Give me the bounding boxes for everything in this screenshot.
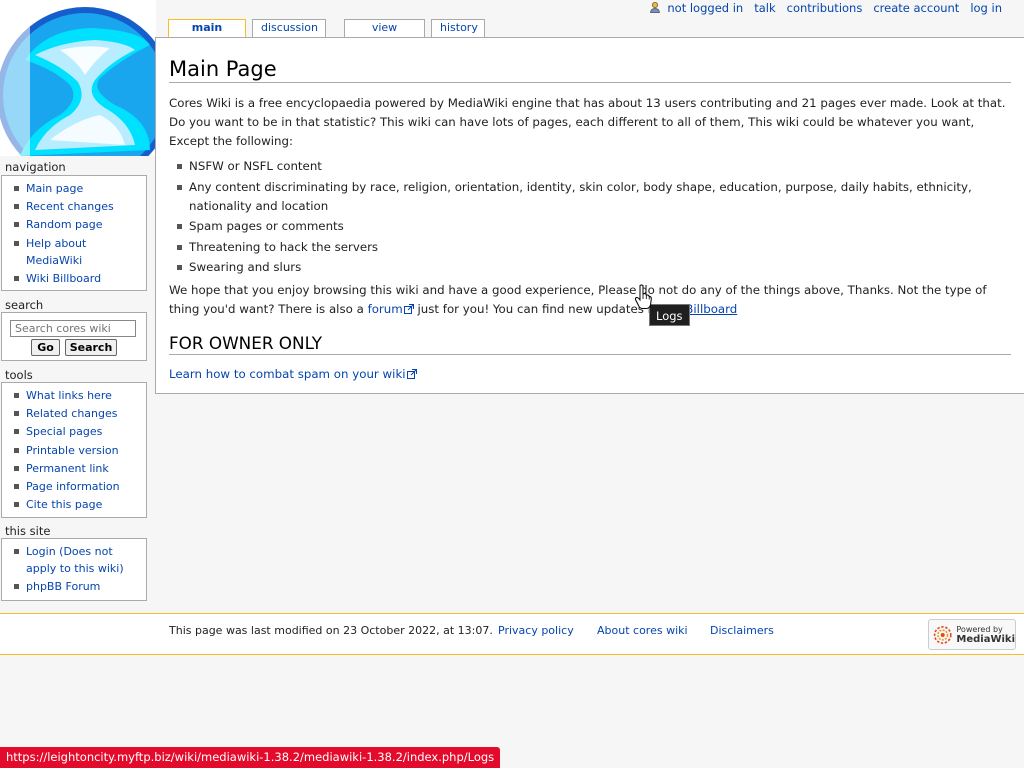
tab-label: history [440, 21, 478, 34]
link-tooltip: Logs [649, 304, 690, 326]
sidebar-link[interactable]: Wiki Billboard [26, 272, 101, 285]
this-site-heading: this site [5, 524, 51, 538]
list-item: Swearing and slurs [177, 258, 1011, 277]
footer: This page was last modified on 23 Octobe… [0, 613, 1024, 655]
mediawiki-flower-icon [933, 625, 952, 644]
navigation-portlet: Main page Recent changes Random page Hel… [1, 175, 147, 291]
sidebar-link[interactable]: Permanent link [26, 462, 109, 475]
billboard-link[interactable]: Billboard [685, 302, 737, 316]
tools-heading: tools [5, 368, 33, 382]
rules-list: NSFW or NSFL content Any content discrim… [169, 157, 1011, 277]
combat-spam-link[interactable]: Learn how to combat spam on your wiki [169, 367, 417, 381]
sidebar-item-special-pages[interactable]: Special pages [14, 423, 146, 440]
sidebar-link[interactable]: Recent changes [26, 200, 114, 213]
powered-line-2: MediaWiki [956, 633, 1015, 645]
outro-paragraph: We hope that you enjoy browsing this wik… [169, 281, 1011, 319]
powered-by-mediawiki-badge[interactable]: Powered by MediaWiki [928, 619, 1016, 650]
sidebar-link[interactable]: Help about MediaWiki [26, 237, 86, 267]
sidebar-link[interactable]: phpBB Forum [26, 580, 100, 593]
list-item: Spam pages or comments [177, 217, 1011, 236]
create-account-link[interactable]: create account [873, 1, 959, 15]
combat-spam-link-label: Learn how to combat spam on your wiki [169, 367, 406, 381]
about-link[interactable]: About cores wiki [597, 624, 688, 637]
sidebar-item-main-page[interactable]: Main page [14, 180, 146, 197]
link-status-bar: https://leightoncity.myftp.biz/wiki/medi… [0, 747, 501, 768]
powered-text: Powered by MediaWiki [956, 625, 1015, 645]
sidebar-item-page-information[interactable]: Page information [14, 478, 146, 495]
talk-link[interactable]: talk [754, 1, 775, 15]
sidebar-link[interactable]: Related changes [26, 407, 118, 420]
tools-portlet: What links here Related changes Special … [1, 382, 147, 518]
sidebar-item-billboard[interactable]: Wiki Billboard [14, 270, 146, 287]
sidebar-item-login[interactable]: Login (Does not apply to this wiki) [14, 543, 146, 577]
log-in-link[interactable]: log in [970, 1, 1002, 15]
list-item: NSFW or NSFL content [177, 157, 1011, 176]
privacy-policy-link[interactable]: Privacy policy [498, 624, 574, 637]
forum-link-label: forum [367, 302, 403, 316]
last-modified-text: This page was last modified on 23 Octobe… [169, 624, 493, 637]
sidebar-link[interactable]: Printable version [26, 444, 119, 457]
wiki-logo[interactable] [0, 0, 156, 156]
sidebar-link[interactable]: What links here [26, 389, 112, 402]
sidebar-item-permanent-link[interactable]: Permanent link [14, 460, 146, 477]
disclaimers-link[interactable]: Disclaimers [710, 624, 774, 637]
sidebar-item-what-links-here[interactable]: What links here [14, 387, 146, 404]
sidebar-item-related-changes[interactable]: Related changes [14, 405, 146, 422]
sidebar-item-printable-version[interactable]: Printable version [14, 442, 146, 459]
sidebar-item-help[interactable]: Help about MediaWiki [14, 235, 146, 269]
forum-link[interactable]: forum [368, 302, 414, 316]
list-item: Any content discriminating by race, reli… [177, 178, 1011, 216]
go-button[interactable]: Go [31, 339, 60, 356]
hand-cursor-icon [634, 284, 652, 309]
list-item: Threatening to hack the servers [177, 238, 1011, 257]
search-button[interactable]: Search [65, 339, 117, 356]
page-title: Main Page [169, 57, 1011, 83]
sidebar-link[interactable]: Cite this page [26, 498, 102, 511]
tab-label: discussion [261, 21, 319, 34]
sidebar-item-random-page[interactable]: Random page [14, 216, 146, 233]
search-input[interactable] [10, 320, 136, 337]
user-icon [650, 2, 661, 13]
sidebar-item-recent-changes[interactable]: Recent changes [14, 198, 146, 215]
main-content: Main Page Cores Wiki is a free encyclopa… [155, 37, 1024, 394]
navigation-heading: navigation [5, 160, 66, 174]
sidebar-link[interactable]: Main page [26, 182, 83, 195]
sidebar-link[interactable]: Special pages [26, 425, 102, 438]
sidebar-link[interactable]: Page information [26, 480, 120, 493]
sidebar-item-phpbb-forum[interactable]: phpBB Forum [14, 578, 146, 595]
not-logged-in-link[interactable]: not logged in [667, 1, 743, 15]
sidebar-link[interactable]: Random page [26, 218, 103, 231]
intro-paragraph: Cores Wiki is a free encyclopaedia power… [169, 96, 1006, 148]
wiki-logo-icon [0, 0, 156, 156]
external-link-icon [403, 304, 414, 314]
sidebar-item-cite-this-page[interactable]: Cite this page [14, 496, 146, 513]
powered-line-1: Powered by [956, 624, 1003, 634]
spam-paragraph: Learn how to combat spam on your wiki [169, 365, 1011, 384]
search-heading: search [5, 298, 44, 312]
tab-view-source[interactable]: view source [344, 19, 425, 50]
external-link-icon [406, 369, 417, 379]
tab-discussion[interactable]: discussion [252, 19, 326, 37]
owner-heading: FOR OWNER ONLY [169, 333, 1011, 355]
sidebar-link[interactable]: Login (Does not apply to this wiki) [26, 545, 124, 575]
this-site-portlet: Login (Does not apply to this wiki) phpB… [1, 538, 147, 601]
tab-history[interactable]: history [431, 19, 485, 37]
contributions-link[interactable]: contributions [787, 1, 863, 15]
personal-tools: not logged in talk contributions create … [649, 1, 1002, 15]
tab-main-page[interactable]: main page [168, 19, 246, 50]
not-logged-in: not logged in [649, 1, 743, 15]
